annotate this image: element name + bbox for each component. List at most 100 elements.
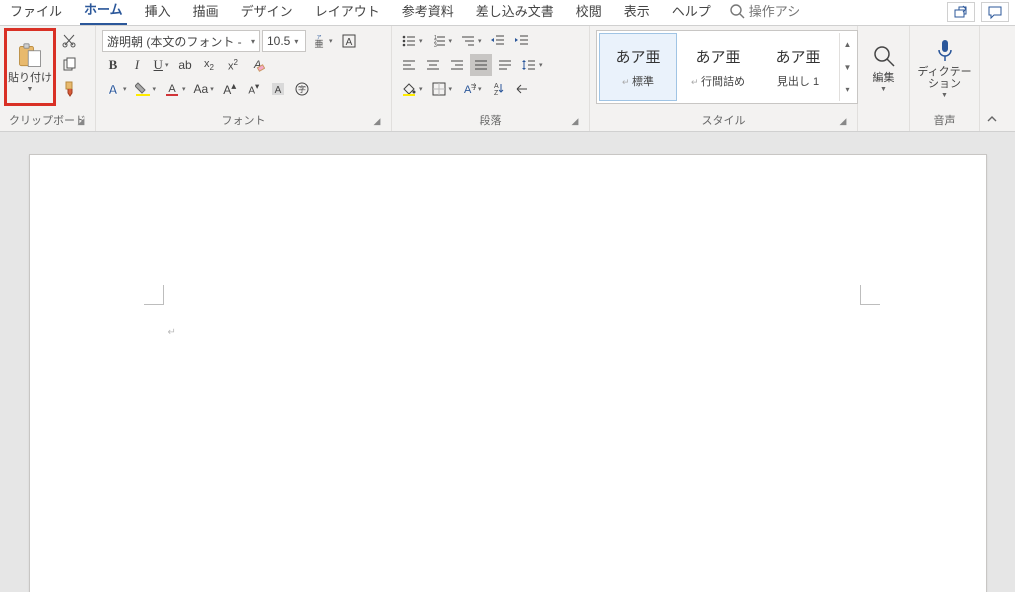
highlight-button[interactable] <box>132 78 160 100</box>
svg-text:字: 字 <box>471 82 476 91</box>
bullets-button[interactable] <box>398 30 426 52</box>
char-shading-icon: A <box>270 81 286 97</box>
font-name-combo[interactable]: 游明朝 (本文のフォント - 日 ▾ <box>102 30 260 52</box>
font-launcher[interactable]: ◢ <box>371 116 383 128</box>
tab-help[interactable]: ヘルプ <box>668 0 715 25</box>
increase-indent-button[interactable] <box>511 30 533 52</box>
search-icon <box>870 42 898 70</box>
phonetic-guide-button[interactable]: ア亜 <box>308 30 336 52</box>
underline-button[interactable]: U <box>150 54 172 76</box>
comment-icon <box>987 4 1003 20</box>
tab-view[interactable]: 表示 <box>620 0 654 25</box>
svg-text:3: 3 <box>434 43 437 49</box>
gallery-up[interactable]: ▲ <box>840 33 855 56</box>
font-name-value: 游明朝 (本文のフォント - 日 <box>107 33 247 50</box>
paragraph-launcher[interactable]: ◢ <box>569 116 581 128</box>
shading-button[interactable] <box>398 78 426 100</box>
asian-layout-button[interactable]: A字 <box>457 78 485 100</box>
align-left-button[interactable] <box>398 54 420 76</box>
comments-button[interactable] <box>981 2 1009 22</box>
multilevel-button[interactable] <box>457 30 485 52</box>
shrink-font-button[interactable]: A▾ <box>243 78 265 100</box>
group-paragraph: 123 <box>392 26 590 131</box>
copy-button[interactable] <box>58 54 80 76</box>
tab-layout[interactable]: レイアウト <box>311 0 384 25</box>
chevron-up-icon <box>986 113 998 125</box>
sort-button[interactable]: AZ <box>487 78 509 100</box>
document-area: ↵ <box>0 132 1015 592</box>
justify-button[interactable] <box>470 54 492 76</box>
enclose-char-button[interactable]: 字 <box>291 78 313 100</box>
ribbon-tabstrip: ファイル ホーム 挿入 描画 デザイン レイアウト 参考資料 差し込み文書 校閲… <box>0 0 1015 26</box>
margin-mark-top-right <box>860 285 880 305</box>
enclose-icon: 字 <box>294 81 310 97</box>
tab-mailings[interactable]: 差し込み文書 <box>472 0 558 25</box>
tab-references[interactable]: 参考資料 <box>398 0 458 25</box>
font-size-combo[interactable]: 10.5 ▾ <box>262 30 306 52</box>
gallery-more[interactable]: ▾ <box>840 78 855 101</box>
tab-file[interactable]: ファイル <box>6 0 66 25</box>
share-button[interactable] <box>947 2 975 22</box>
distribute-icon <box>497 57 513 73</box>
style-name-label: 標準 <box>632 76 654 88</box>
tab-insert[interactable]: 挿入 <box>141 0 175 25</box>
multilevel-icon <box>460 33 476 49</box>
style-no-spacing[interactable]: あア亜 ↵ 行間詰め <box>679 33 757 101</box>
group-styles: あア亜 ↵ 標準 あア亜 ↵ 行間詰め あア亜 見出し 1 ▲ ▼ ▾ <box>590 26 858 131</box>
numbering-button[interactable]: 123 <box>428 30 456 52</box>
svg-text:A: A <box>494 83 499 90</box>
tab-draw[interactable]: 描画 <box>189 0 223 25</box>
indent-icon <box>514 33 530 49</box>
superscript-button[interactable]: x2 <box>222 54 244 76</box>
style-normal[interactable]: あア亜 ↵ 標準 <box>599 33 677 101</box>
distribute-button[interactable] <box>494 54 516 76</box>
copy-icon <box>61 57 77 73</box>
tab-design[interactable]: デザイン <box>237 0 297 25</box>
group-clipboard: 貼り付け ▼ クリップボード ◢ <box>0 26 96 131</box>
styles-launcher[interactable]: ◢ <box>837 116 849 128</box>
tab-home[interactable]: ホーム <box>80 0 127 25</box>
grow-font-button[interactable]: A▴ <box>219 78 241 100</box>
decrease-indent-button[interactable] <box>487 30 509 52</box>
group-voice-label: 音声 <box>934 115 956 127</box>
ruby-icon: ア亜 <box>311 33 327 49</box>
dictate-button[interactable]: ディクテーション ▼ <box>916 30 973 104</box>
borders-button[interactable] <box>428 78 456 100</box>
editing-button[interactable]: 編集 ▼ <box>864 30 903 104</box>
gallery-scroll: ▲ ▼ ▾ <box>839 33 855 101</box>
paste-icon <box>16 42 44 70</box>
text-effects-button[interactable]: A <box>102 78 130 100</box>
cut-button[interactable] <box>58 30 80 52</box>
outdent-icon <box>490 33 506 49</box>
bold-button[interactable]: B <box>102 54 124 76</box>
subscript-button[interactable]: x2 <box>198 54 220 76</box>
char-shading-button[interactable]: A <box>267 78 289 100</box>
tell-me-search[interactable]: 操作アシ <box>729 1 800 25</box>
align-center-button[interactable] <box>422 54 444 76</box>
style-heading1[interactable]: あア亜 見出し 1 <box>759 33 837 101</box>
italic-button[interactable]: I <box>126 54 148 76</box>
scissors-icon <box>61 33 77 49</box>
group-paragraph-label: 段落 <box>480 115 502 127</box>
paste-button[interactable]: 貼り付け ▼ <box>6 30 54 104</box>
change-case-button[interactable]: Aa <box>191 78 217 100</box>
style-name-label: 見出し 1 <box>777 73 819 89</box>
line-spacing-button[interactable] <box>518 54 546 76</box>
document-page[interactable]: ↵ <box>29 154 987 592</box>
tab-review[interactable]: 校閲 <box>572 0 606 25</box>
clear-formatting-button[interactable]: A <box>246 54 268 76</box>
ribbon-collapse[interactable] <box>980 26 1004 131</box>
gallery-down[interactable]: ▼ <box>840 56 855 79</box>
align-right-button[interactable] <box>446 54 468 76</box>
bucket-icon <box>401 81 417 97</box>
strikethrough-button[interactable]: ab <box>174 54 196 76</box>
clipboard-launcher[interactable]: ◢ <box>75 116 87 128</box>
font-color-button[interactable]: A <box>161 78 189 100</box>
character-border-button[interactable]: A <box>338 30 360 52</box>
show-marks-button[interactable] <box>511 78 533 100</box>
format-painter-button[interactable] <box>58 78 80 100</box>
char-border-icon: A <box>341 33 357 49</box>
group-font: 游明朝 (本文のフォント - 日 ▾ 10.5 ▾ ア亜 A B I U ab <box>96 26 392 131</box>
numbering-icon: 123 <box>431 33 447 49</box>
svg-text:A: A <box>345 37 352 48</box>
